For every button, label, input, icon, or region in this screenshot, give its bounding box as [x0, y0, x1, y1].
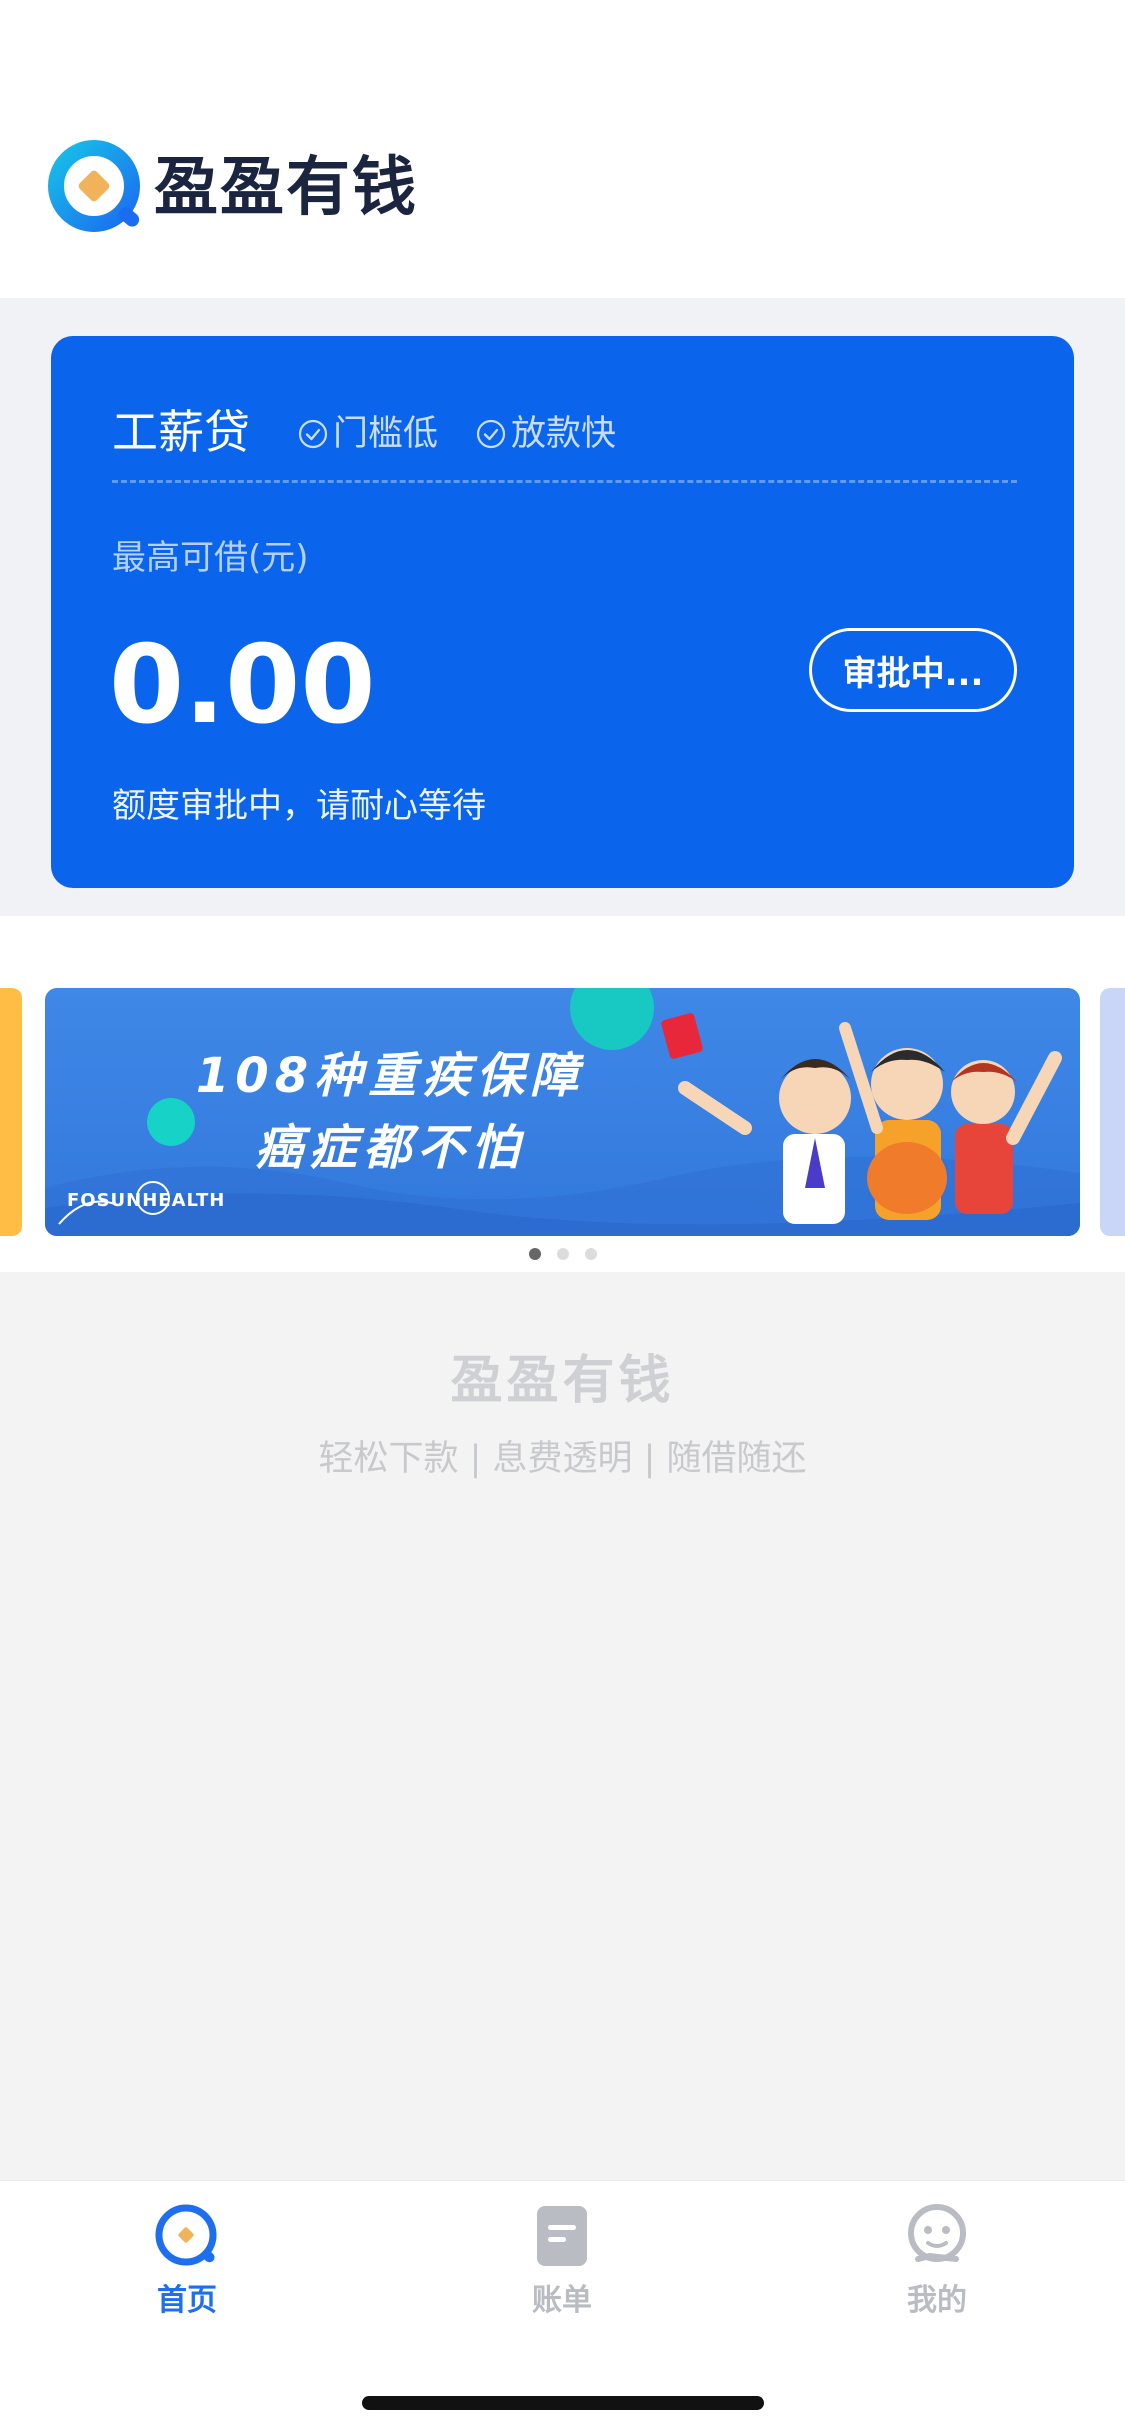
- product-name: 工薪贷: [112, 405, 250, 459]
- approval-status-button[interactable]: 审批中...: [809, 628, 1017, 712]
- app-logo-icon: [48, 140, 140, 232]
- tab-bill[interactable]: 账单: [472, 2201, 652, 2331]
- tag-fast-payout: 放款快: [475, 414, 616, 454]
- tag-low-threshold: 门槛低: [297, 414, 438, 454]
- tab-home[interactable]: 首页: [97, 2201, 277, 2331]
- carousel-dot[interactable]: [556, 1248, 569, 1260]
- check-circle-icon: [476, 419, 506, 449]
- bill-icon: [537, 2206, 587, 2266]
- next-banner-peek[interactable]: [1100, 988, 1125, 1236]
- profile-icon: [908, 2204, 966, 2262]
- banner-slide[interactable]: 108种重疾保障 癌症都不怕 FOSUNHEALTH: [45, 988, 1080, 1236]
- divider: [112, 480, 1017, 483]
- carousel-indicator: [0, 1248, 1125, 1262]
- previous-banner-peek[interactable]: [0, 988, 22, 1236]
- app-name: 盈盈有钱: [154, 151, 418, 225]
- tag-label: 门槛低: [333, 414, 439, 454]
- app-header: 盈盈有钱: [0, 0, 1125, 298]
- check-circle-icon: [298, 419, 328, 449]
- carousel-dot[interactable]: [528, 1248, 541, 1260]
- status-note: 额度审批中，请耐心等待: [112, 786, 486, 826]
- footer-brand: 盈盈有钱: [450, 1351, 675, 1411]
- loan-card[interactable]: 工薪贷 门槛低 放款快 最高可借(元) 0.00 审批中... 额度审批中，请耐…: [51, 336, 1074, 888]
- carousel-dot[interactable]: [584, 1248, 597, 1260]
- tab-label: 账单: [532, 2283, 592, 2318]
- banner-carousel: 108种重疾保障 癌症都不怕 FOSUNHEALTH: [0, 916, 1125, 1272]
- tag-label: 放款快: [511, 414, 617, 454]
- banner-subheadline: 癌症都不怕: [254, 1120, 525, 1176]
- tab-profile[interactable]: 我的: [847, 2201, 1027, 2331]
- footer-slogan: 轻松下款 | 息费透明 | 随借随还: [318, 1439, 807, 1479]
- banner-headline: 108种重疾保障: [195, 1048, 585, 1104]
- banner-brand-logo: FOSUNHEALTH: [67, 1190, 226, 1211]
- tab-label: 我的: [907, 2283, 967, 2318]
- home-icon: [155, 2204, 217, 2266]
- limit-label: 最高可借(元): [112, 538, 309, 578]
- home-indicator[interactable]: [362, 2396, 764, 2410]
- tab-label: 首页: [157, 2283, 217, 2318]
- limit-amount: 0.00: [109, 623, 376, 748]
